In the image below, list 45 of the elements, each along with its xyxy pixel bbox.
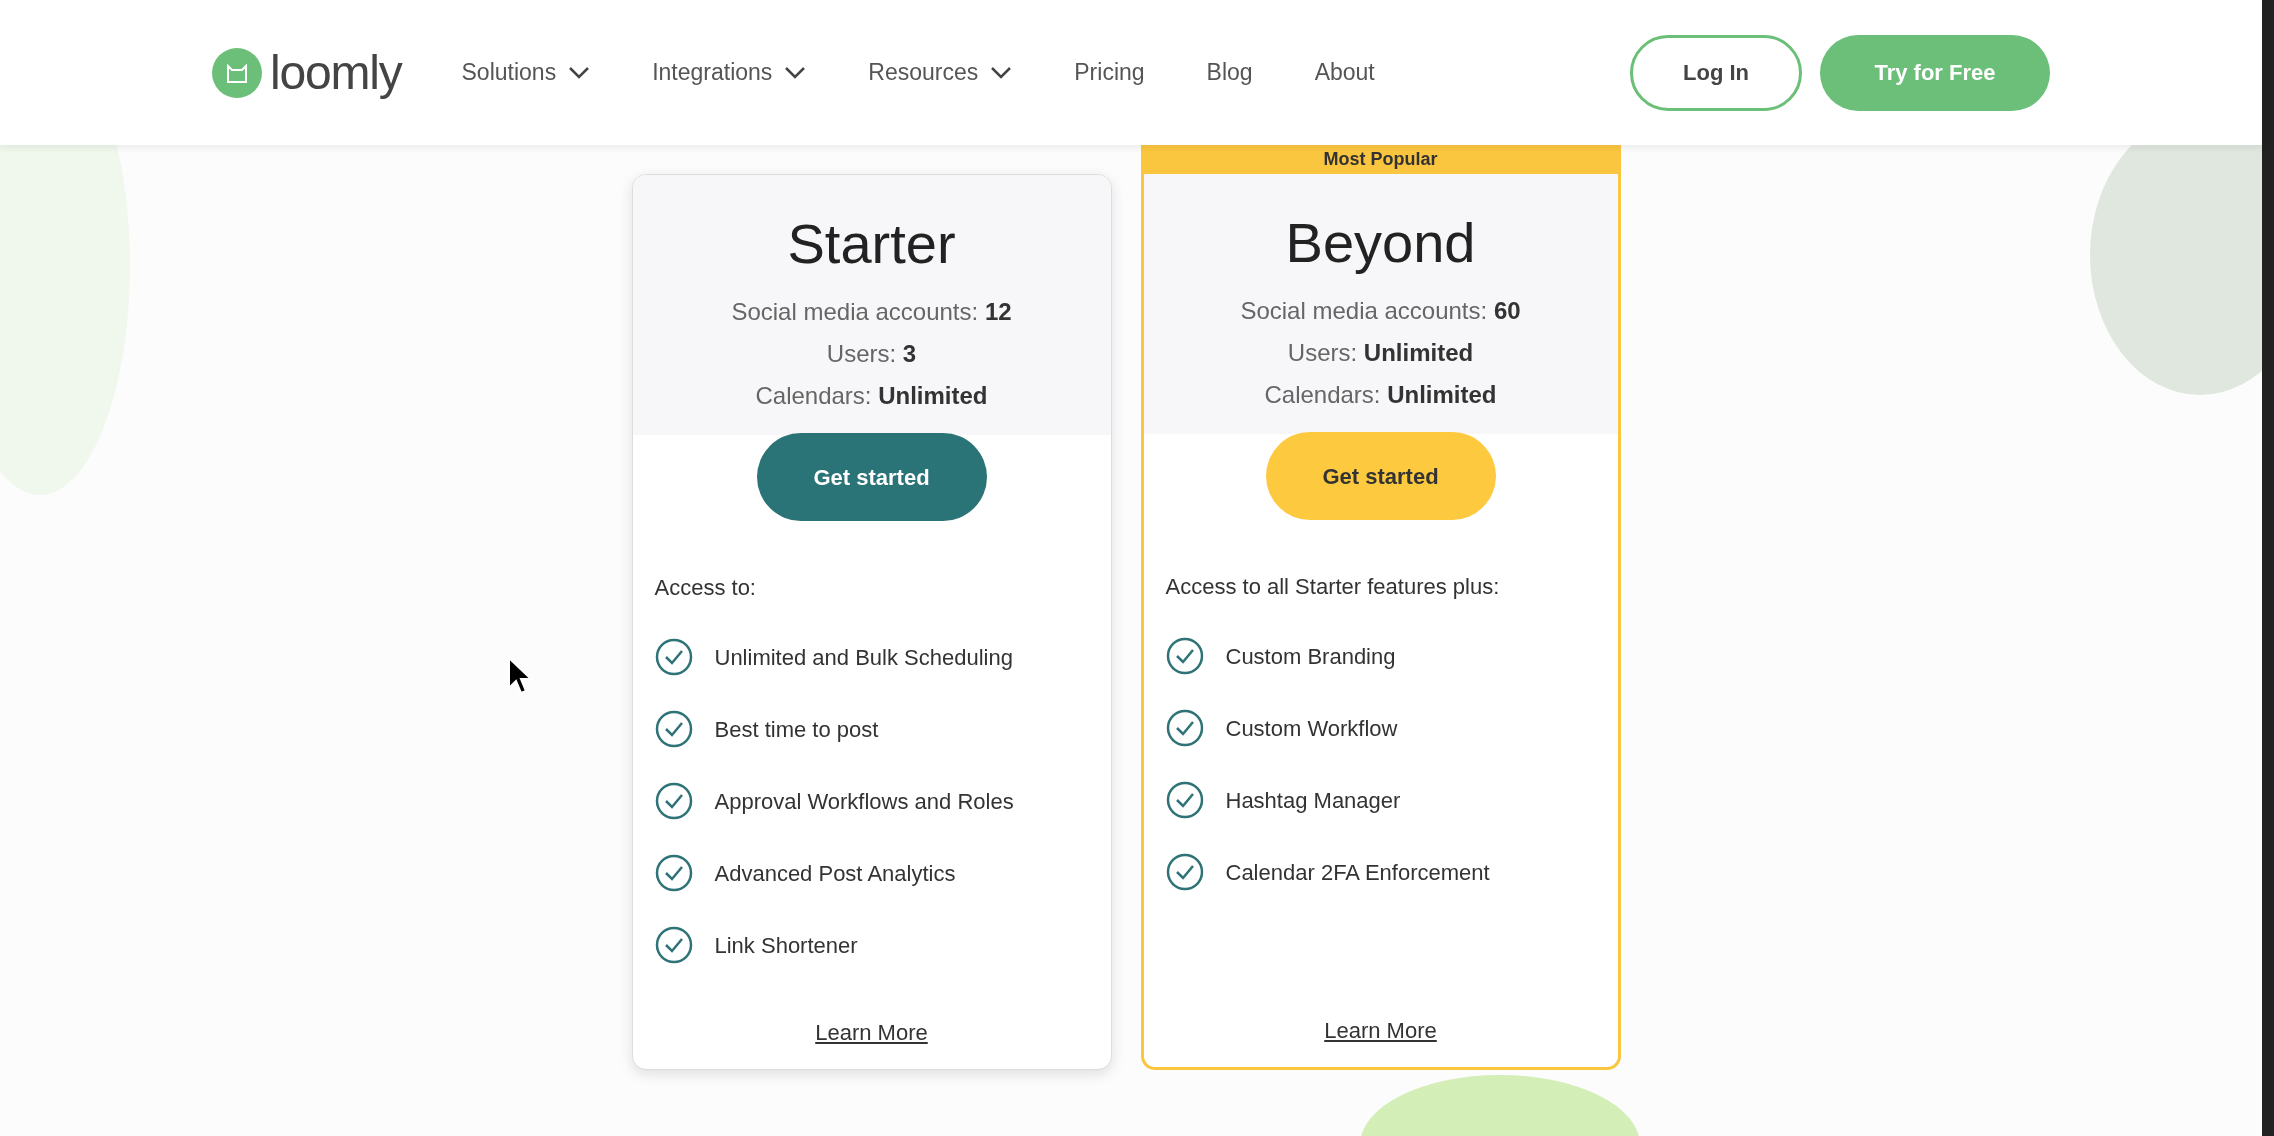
chevron-down-icon <box>784 65 807 80</box>
feature-text: Custom Branding <box>1225 642 1396 671</box>
get-started-button[interactable]: Get started <box>756 433 987 521</box>
nav-link[interactable]: Solutions <box>461 55 591 90</box>
check-circle-icon <box>654 638 693 676</box>
check-circle-icon <box>1165 853 1204 891</box>
feature-text: Approval Workflows and Roles <box>714 787 1014 816</box>
plan-stat: Calendars: Unlimited <box>1264 380 1497 410</box>
check-circle-icon <box>1165 637 1204 675</box>
nav-link[interactable]: About <box>1314 55 1375 90</box>
nav-link[interactable]: Blog <box>1206 55 1253 90</box>
feature-text: Best time to post <box>714 715 879 744</box>
feature-text: Unlimited and Bulk Scheduling <box>714 643 1013 672</box>
check-circle-icon <box>654 782 693 820</box>
chevron-down-icon <box>568 65 591 80</box>
most-popular-badge: Most Popular <box>1140 145 1621 174</box>
log-in-button[interactable]: Log In <box>1630 34 1802 111</box>
access-heading: Access to: <box>654 574 757 602</box>
nav-link[interactable]: Integrations <box>652 55 807 90</box>
feature-text: Calendar 2FA Enforcement <box>1225 858 1490 887</box>
plan-stat: Users: 3 <box>826 339 917 369</box>
feature-text: Advanced Post Analytics <box>714 859 956 888</box>
plan-stat: Users: Unlimited <box>1287 338 1474 368</box>
check-circle-icon <box>1165 709 1204 747</box>
plan-stat: Social media accounts: 60 <box>1240 296 1521 326</box>
logo-wordmark: loomly <box>270 44 402 101</box>
plan-name: Beyond <box>1285 210 1476 276</box>
plan-stat: Social media accounts: 12 <box>731 297 1012 327</box>
access-heading: Access to all Starter features plus: <box>1165 573 1501 601</box>
feature-text: Hashtag Manager <box>1225 786 1401 815</box>
nav-link[interactable]: Pricing <box>1074 55 1145 90</box>
feature-text: Link Shortener <box>714 931 858 960</box>
feature-text: Custom Workflow <box>1225 714 1398 743</box>
cat-logo-icon <box>212 47 262 98</box>
plan-stat: Calendars: Unlimited <box>755 381 988 411</box>
check-circle-icon <box>654 710 693 748</box>
chevron-down-icon <box>990 65 1013 80</box>
nav-link[interactable]: Resources <box>868 55 1013 90</box>
check-circle-icon <box>654 926 693 964</box>
learn-more-link[interactable]: Learn More <box>1324 1014 1437 1047</box>
get-started-button[interactable]: Get started <box>1265 432 1496 520</box>
learn-more-link[interactable]: Learn More <box>815 1016 928 1049</box>
check-circle-icon <box>1165 781 1204 819</box>
plan-name: Starter <box>787 211 956 277</box>
check-circle-icon <box>654 854 693 892</box>
